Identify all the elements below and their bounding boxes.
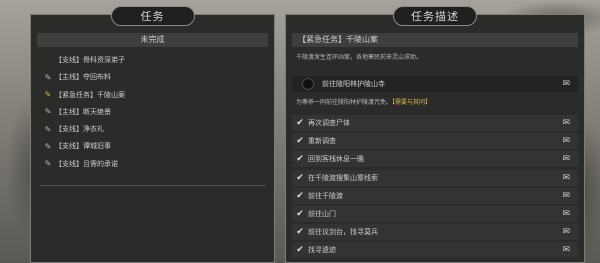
scroll-icon[interactable]: ✉ (562, 227, 570, 237)
incomplete-section-heading: 未完成 (37, 33, 268, 47)
scroll-icon[interactable]: ✉ (562, 191, 570, 201)
quest-item[interactable]: ✎ 【紧急任务】千陵山案 (41, 87, 268, 103)
step-label: 找寻遗迹 (308, 246, 336, 255)
scroll-icon: ✎ (44, 141, 52, 151)
quest-list-title: 任务 (110, 6, 195, 26)
completed-step[interactable]: ✔ 回到客栈休息一晚 ✉ (292, 151, 578, 168)
quest-item[interactable]: ✎ 【支线】且需的承诺 (41, 156, 268, 172)
quest-label: 【支线】骨科资深弟子 (55, 56, 125, 64)
scroll-icon[interactable]: ✉ (562, 245, 570, 255)
step-label: 前往山门 (308, 209, 336, 218)
quest-label: 【支线】谭城旧事 (55, 142, 111, 151)
section-divider (39, 185, 266, 186)
quest-name: 【紧急任务】千陵山案 (292, 33, 578, 47)
objective-description-text: 为寨养一同前往陵阳林护陵渡咒免。 (296, 99, 393, 106)
current-objective-label: 前往陵阳林护陵山寺 (322, 80, 385, 88)
checkmark-icon: ✔ (296, 245, 304, 256)
step-label: 前往千陵渡 (308, 191, 343, 200)
quest-item[interactable]: ✎ 【支线】净衣礼 (41, 121, 268, 137)
checkmark-icon: ✔ (296, 172, 304, 183)
objective-description: 为寨养一同前往陵阳林护陵渡咒免。【需要与其同】 (296, 97, 574, 106)
completed-step[interactable]: ✔ 找寻遗迹 ✉ (292, 242, 578, 259)
quest-list-panel: 任务 未完成 【支线】骨科资深弟子 ✎ 【主线】夺回布料 ✎ 【紧急任务】千陵山… (30, 6, 275, 263)
scroll-icon[interactable]: ✉ (562, 118, 570, 128)
quest-label: 【紧急任务】千陵山案 (55, 90, 125, 99)
quest-item[interactable]: 【支线】骨科资深弟子 (41, 52, 268, 68)
quest-description: 千陵渡发生连环凶案，各地寒民前来灵山求助。 (296, 54, 423, 61)
step-label: 在千陵渡搜集山寨线索 (308, 173, 378, 182)
current-objective[interactable]: 前往陵阳林护陵山寺 ✉ (292, 76, 578, 92)
quest-detail-title: 任务描述 (393, 6, 477, 26)
quest-list: 【支线】骨科资深弟子 ✎ 【主线】夺回布料 ✎ 【紧急任务】千陵山案 ✎ 【主线… (41, 52, 268, 173)
step-label: 前往议剑台，找寻莫兵 (308, 228, 378, 237)
completed-step[interactable]: ✔ 前往议剑台，找寻莫兵 ✉ (292, 224, 578, 241)
checkmark-icon: ✔ (296, 118, 304, 128)
scroll-icon[interactable]: ✉ (562, 173, 570, 183)
quest-label: 【主线】断天绝景 (55, 107, 111, 116)
objective-hint: 【需要与其同】 (392, 99, 432, 106)
checkmark-icon: ✔ (296, 154, 304, 165)
quest-label: 【主线】夺回布料 (55, 73, 111, 82)
completed-step[interactable]: ✔ 重新调查 ✉ (292, 133, 578, 150)
scroll-icon: ✎ (44, 107, 52, 117)
completed-step[interactable]: ✔ 前往千陵渡 ✉ (292, 187, 578, 204)
scroll-icon[interactable]: ✉ (562, 154, 570, 164)
urgent-scroll-icon: ✎ (44, 90, 52, 100)
quest-label: 【支线】净衣礼 (55, 125, 104, 134)
objective-marker-icon (302, 78, 314, 90)
completed-step[interactable]: ✔ 在千陵渡搜集山寨线索 ✉ (292, 169, 578, 186)
scroll-icon[interactable]: ✉ (562, 136, 570, 146)
quest-item[interactable]: ✎ 【主线】断天绝景 (41, 104, 268, 120)
scroll-icon: ✎ (44, 159, 52, 169)
step-label: 再次调查尸体 (308, 119, 350, 127)
step-label: 回到客栈休息一晚 (308, 155, 364, 164)
completed-step[interactable]: ✔ 再次调查尸体 ✉ (292, 115, 578, 131)
quest-detail-panel: 任务描述 【紧急任务】千陵山案 千陵渡发生连环凶案，各地寒民前来灵山求助。 前往… (285, 6, 585, 263)
completed-step[interactable]: ✔ 前往山门 ✉ (292, 205, 578, 222)
map-icon[interactable]: ✉ (562, 79, 570, 89)
scroll-icon[interactable]: ✉ (562, 209, 570, 219)
checkmark-icon: ✔ (296, 227, 304, 238)
checkmark-icon: ✔ (296, 208, 304, 219)
checkmark-icon: ✔ (296, 190, 304, 201)
scroll-icon: ✎ (44, 72, 52, 82)
quest-label: 【支线】且需的承诺 (55, 159, 118, 168)
completed-steps-list: ✔ 再次调查尸体 ✉ ✔ 重新调查 ✉ ✔ 回到客栈休息一晚 ✉ ✔ 在千陵渡搜… (292, 115, 578, 261)
step-label: 重新调查 (308, 137, 336, 146)
quest-item[interactable]: ✎ 【支线】谭城旧事 (41, 138, 268, 154)
quest-item[interactable]: ✎ 【主线】夺回布料 (41, 69, 268, 85)
scroll-icon: ✎ (44, 124, 52, 134)
checkmark-icon: ✔ (296, 136, 304, 147)
